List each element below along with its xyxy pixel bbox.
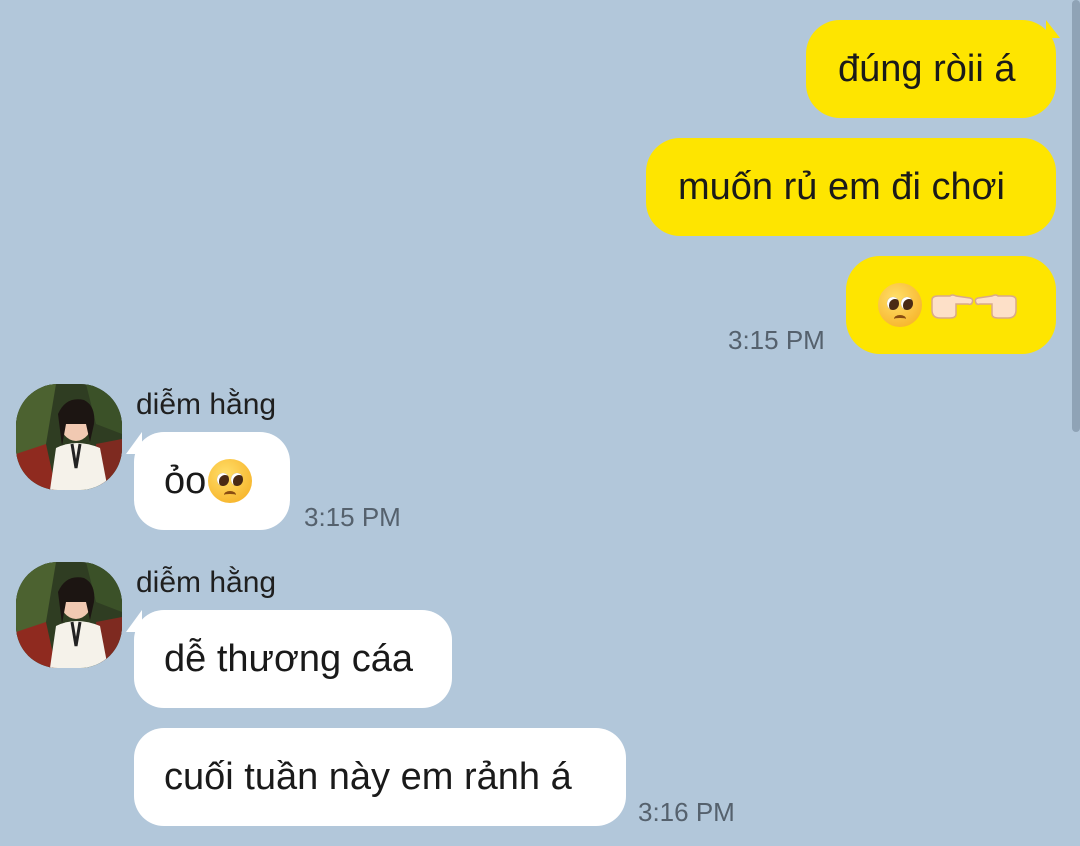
incoming-message-bubble[interactable]: cuối tuần này em rảnh á [134,728,626,826]
finger-pointing-left-emoji [974,294,1017,319]
avatar-photo [16,562,122,668]
incoming-message-bubble[interactable]: ỏo [134,432,290,530]
bubble-tail [1046,20,1060,38]
finger-pointing-right-emoji [931,294,974,319]
chat-screen: đúng ròii á muốn rủ em đi chơi 3:15 PM d… [0,0,1080,846]
outgoing-message-bubble[interactable] [846,256,1056,354]
sender-name: diễm hằng [136,388,277,421]
message-text: ỏo [164,460,207,502]
pleading-face-emoji [878,283,922,327]
avatar-photo [16,384,122,490]
message-text: dễ thương cáa [164,638,413,680]
outgoing-message-bubble[interactable]: đúng ròii á [806,20,1056,118]
message-text: cuối tuần này em rảnh á [164,756,572,798]
message-text: đúng ròii á [838,48,1016,90]
scrollbar[interactable] [1072,0,1080,432]
message-timestamp: 3:16 PM [638,797,735,827]
sender-name: diễm hằng [136,566,277,599]
pleading-face-emoji [208,459,253,503]
message-timestamp: 3:15 PM [304,502,401,532]
outgoing-message-bubble[interactable]: muốn rủ em đi chơi [646,138,1056,236]
message-text: muốn rủ em đi chơi [678,166,1005,208]
avatar[interactable] [16,562,122,668]
avatar[interactable] [16,384,122,490]
incoming-message-bubble[interactable]: dễ thương cáa [134,610,452,708]
message-timestamp: 3:15 PM [728,325,825,355]
